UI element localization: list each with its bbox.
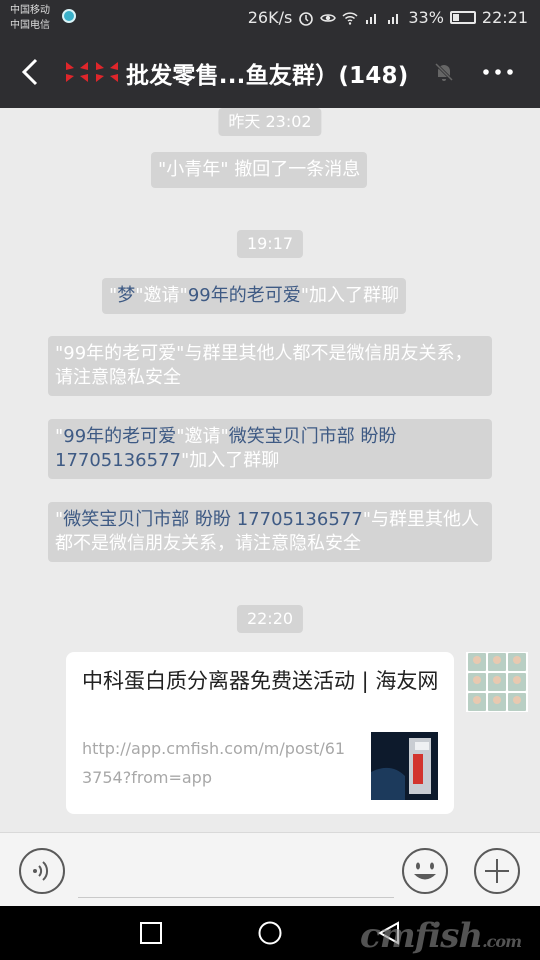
sender-avatar[interactable] [466, 652, 528, 712]
privacy-notice-2: "微笑宝贝门市部 盼盼 17705136577"与群里其他人都不是微信朋友关系，… [48, 502, 492, 562]
chat-title: 批发零售...鱼友群）(148) [126, 63, 409, 89]
emoji-icon[interactable] [401, 847, 449, 895]
watermark-suffix: .com [482, 932, 522, 951]
link-share-card[interactable]: 中科蛋白质分离器免费送活动 | 海友网 http://app.cmfish.co… [66, 652, 454, 814]
chat-area[interactable]: 昨天 23:02 "小青年" 撤回了一条消息 19:17 "梦"邀请"99年的老… [0, 108, 540, 832]
mute-bell-icon [434, 62, 454, 82]
network-speed: 26K/s [247, 8, 293, 27]
carrier-2: 中国电信 [10, 20, 50, 31]
privacy-notice-1: "99年的老可爱"与群里其他人都不是微信朋友关系，请注意隐私安全 [48, 336, 492, 396]
invitee-name[interactable]: 99年的老可爱 [188, 285, 301, 306]
eye-icon [320, 13, 337, 22]
battery-icon [449, 11, 476, 24]
join-suffix: "加入了群聊 [180, 450, 280, 471]
signal-icon-2 [388, 13, 399, 24]
more-options-icon[interactable] [480, 58, 516, 86]
watermark-logo: cmfish.com [360, 916, 522, 956]
invite-notice-1: "梦"邀请"99年的老可爱"加入了群聊 [102, 278, 407, 314]
battery-percent: 33% [408, 8, 444, 27]
carrier-info: 中国移动 中国电信 [10, 3, 50, 33]
timestamp-1: 昨天 23:02 [218, 108, 322, 136]
recent-apps-icon[interactable] [138, 920, 164, 946]
timestamp-2: 19:17 [236, 230, 304, 258]
link-thumbnail [371, 732, 438, 800]
signal-icon [366, 13, 377, 24]
carrier-1: 中国移动 [10, 5, 50, 16]
input-bar [0, 832, 540, 906]
anger-emoji-icon [66, 62, 118, 82]
alarm-icon [299, 11, 314, 26]
member-name[interactable]: 微笑宝贝门市部 盼盼 17705136577 [63, 509, 362, 530]
back-arrow-icon[interactable] [14, 54, 48, 90]
thumbnail-image-icon [371, 732, 438, 800]
status-bar: 中国移动 中国电信 26K/s 33% 22:21 [0, 0, 540, 36]
timestamp-3: 22:20 [236, 605, 304, 633]
clock: 22:21 [481, 8, 528, 27]
wifi-icon [342, 11, 358, 25]
chat-header: 批发零售...鱼友群）(148) [0, 36, 540, 108]
invite-verb: "邀请" [135, 285, 188, 306]
message-input[interactable] [78, 853, 394, 898]
recall-notice: "小青年" 撤回了一条消息 [151, 152, 368, 188]
invite-notice-2: "99年的老可爱"邀请"微笑宝贝门市部 盼盼 17705136577"加入了群聊 [48, 419, 492, 479]
link-url: http://app.cmfish.com/m/post/613754?from… [82, 739, 346, 787]
system-navbar: cmfish.com [0, 906, 540, 960]
app-notification-icon [62, 9, 76, 23]
status-icons: 26K/s 33% 22:21 [248, 8, 528, 27]
inviter-name[interactable]: 99年的老可爱 [63, 426, 176, 447]
home-icon[interactable] [257, 920, 283, 946]
voice-input-icon[interactable] [18, 847, 66, 895]
plus-icon[interactable] [473, 847, 521, 895]
watermark-main: cmfish [360, 916, 483, 956]
join-suffix: "加入了群聊 [300, 285, 400, 306]
invite-verb: "邀请" [176, 426, 229, 447]
inviter-name[interactable]: 梦 [117, 285, 135, 306]
link-title: 中科蛋白质分离器免费送活动 | 海友网 [82, 669, 439, 693]
